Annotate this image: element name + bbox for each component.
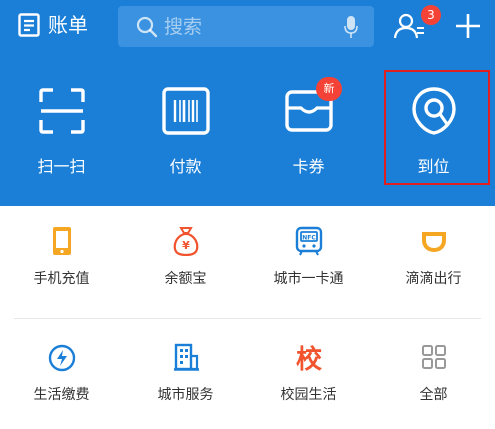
quick-action-pay[interactable]: 付款 [124,80,247,195]
grid-item-utilities[interactable]: 生活缴费 [0,342,123,429]
search-bar[interactable]: 搜索 [118,6,374,47]
top-bar: 账单 搜索 3 [0,0,495,52]
grid-item-label: 生活缴费 [33,387,90,403]
grid-item-didi[interactable]: 滴滴出行 [372,226,495,322]
quick-action-cards[interactable]: 卡券 [247,80,370,195]
plus-icon[interactable] [455,13,481,39]
grid-item-all[interactable]: 全部 [372,342,495,429]
search-icon [136,16,158,38]
quick-action-label: 扫一扫 [37,157,86,176]
grid-item-campus-life[interactable]: 校 校园生活 [247,342,370,429]
quick-action-scan[interactable]: 扫一扫 [0,80,123,195]
new-badge: 新 [316,77,342,101]
didi-icon [421,232,446,253]
grid-item-label: 校园生活 [280,387,337,403]
city-building-icon [173,343,199,371]
search-placeholder: 搜索 [164,16,203,38]
quick-action-label: 卡券 [292,157,325,176]
transit-card-icon: NFC [295,226,322,256]
alipay-home: 账单 搜索 3 扫一扫 付款 卡券 新 到位 手机充值 ¥ 余额宝 NFC 城市… [0,0,495,429]
all-grid-icon [421,345,446,369]
grid-item-label: 滴滴出行 [405,271,462,287]
header-panel: 账单 搜索 3 扫一扫 付款 卡券 新 到位 [0,0,495,206]
grid-item-label: 城市一卡通 [273,271,344,287]
grid-item-city-services[interactable]: 城市服务 [124,342,247,429]
phone-icon [52,227,71,255]
svg-text:校: 校 [295,344,322,372]
grid-item-transit-card[interactable]: NFC 城市一卡通 [247,226,370,322]
grid-item-label: 手机充值 [33,271,90,287]
barcode-icon [161,87,210,135]
money-bag-icon: ¥ [173,227,198,256]
grid-item-phone-recharge[interactable]: 手机充值 [0,226,123,322]
scan-icon [38,88,85,134]
microphone-icon[interactable] [344,15,358,39]
svg-text:NFC: NFC [302,235,316,242]
notification-badge: 3 [421,5,441,25]
grid-item-label: 全部 [419,387,448,403]
bill-button-label[interactable]: 账单 [48,11,88,39]
grid-item-label: 城市服务 [157,387,214,403]
svg-text:¥: ¥ [182,239,190,252]
highlight-box [384,70,490,185]
grid-item-label: 余额宝 [164,271,207,287]
grid-item-yuebao[interactable]: ¥ 余额宝 [124,226,247,322]
quick-action-label: 付款 [169,157,202,176]
bill-icon[interactable] [18,13,40,37]
utility-drop-icon [48,344,75,372]
school-icon: 校 [295,344,322,372]
divider [14,318,481,319]
